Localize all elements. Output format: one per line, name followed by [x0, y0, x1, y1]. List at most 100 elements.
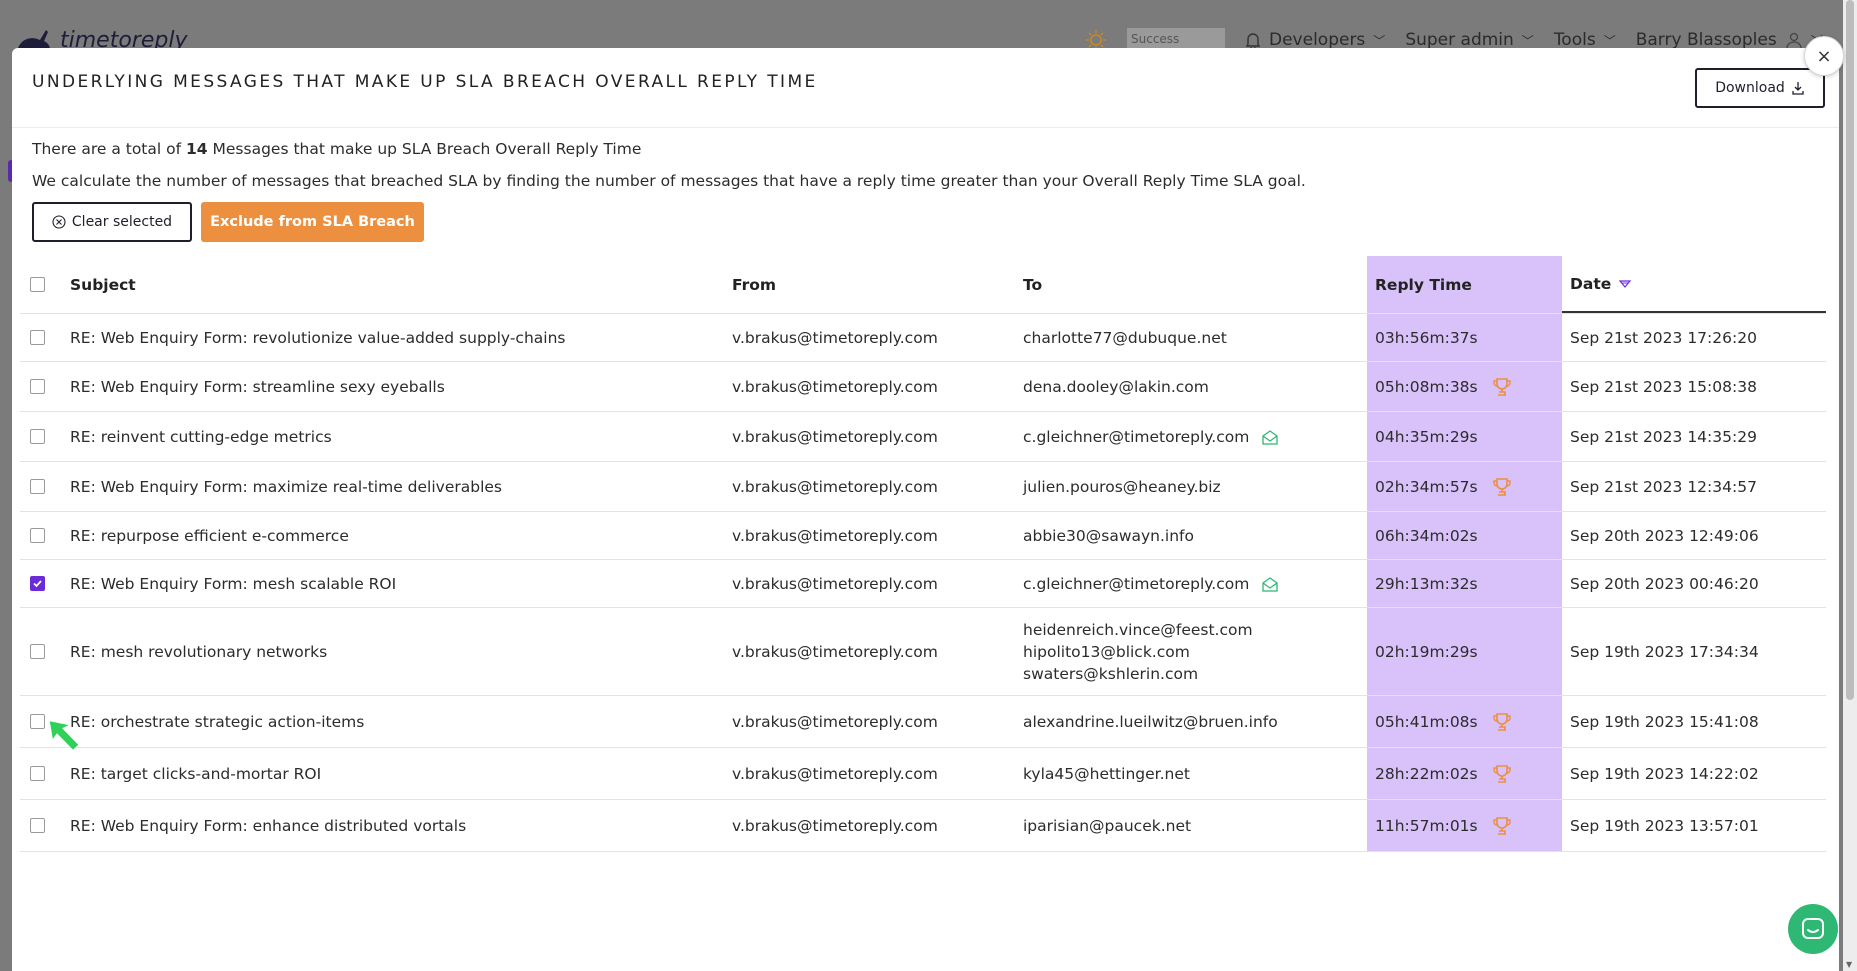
row-subject[interactable]: RE: reinvent cutting-edge metrics: [62, 428, 732, 446]
row-date: Sep 20th 2023 12:49:06: [1570, 526, 1759, 545]
row-subject[interactable]: RE: Web Enquiry Form: enhance distribute…: [62, 817, 732, 835]
row-subject[interactable]: RE: Web Enquiry Form: revolutionize valu…: [62, 329, 732, 347]
modal-title: UNDERLYING MESSAGES THAT MAKE UP SLA BRE…: [32, 72, 818, 92]
row-to: charlotte77@dubuque.net: [1023, 329, 1367, 347]
user-icon: [1786, 32, 1802, 49]
header-reply-time[interactable]: Reply Time: [1367, 256, 1562, 313]
row-checkbox[interactable]: [30, 379, 45, 394]
table-row[interactable]: RE: target clicks-and-mortar ROI v.braku…: [20, 748, 1826, 800]
table-header-row: Subject From To Reply Time Date: [20, 256, 1826, 314]
bell-icon: [1245, 33, 1261, 49]
row-from: v.brakus@timetoreply.com: [732, 526, 938, 545]
row-to: heidenreich.vince@feest.com hipolito13@bl…: [1023, 621, 1367, 683]
exclude-from-sla-button[interactable]: Exclude from SLA Breach: [201, 202, 424, 242]
reply-time-value: 29h:13m:32s: [1375, 574, 1478, 593]
table-row[interactable]: RE: orchestrate strategic action-items v…: [20, 696, 1826, 748]
download-button[interactable]: Download: [1695, 68, 1825, 108]
row-reply-time: 29h:13m:32s: [1367, 560, 1562, 607]
header-subject[interactable]: Subject: [62, 276, 732, 294]
nav-super-admin[interactable]: Super admin ﹀: [1405, 30, 1534, 50]
to-email: charlotte77@dubuque.net: [1023, 328, 1227, 347]
header-to[interactable]: To: [1023, 276, 1367, 294]
x-circle-icon: [52, 215, 66, 229]
annotation-arrow-icon: [49, 721, 79, 750]
row-checkbox[interactable]: [30, 429, 45, 444]
chat-icon: [1802, 918, 1824, 939]
row-to: c.gleichner@timetoreply.com: [1023, 428, 1367, 446]
sort-descending-icon[interactable]: [1619, 279, 1632, 289]
scrollbar-thumb[interactable]: [1846, 0, 1854, 700]
row-from: v.brakus@timetoreply.com: [732, 477, 938, 496]
to-email-list: heidenreich.vince@feest.com hipolito13@bl…: [1023, 621, 1253, 683]
row-from: v.brakus@timetoreply.com: [732, 574, 938, 593]
row-checkbox[interactable]: [30, 330, 45, 345]
table-row[interactable]: RE: Web Enquiry Form: maximize real-time…: [20, 462, 1826, 512]
select-all-checkbox[interactable]: [30, 277, 45, 292]
row-reply-time: 06h:34m:02s: [1367, 512, 1562, 559]
row-checkbox[interactable]: [30, 576, 45, 591]
close-modal-button[interactable]: ×: [1804, 36, 1844, 76]
to-email-list: abbie30@sawayn.info: [1023, 527, 1194, 545]
nav-tools[interactable]: Tools ﹀: [1554, 30, 1616, 50]
table-row[interactable]: RE: Web Enquiry Form: revolutionize valu…: [20, 314, 1826, 362]
trophy-icon: [1492, 816, 1511, 835]
table-row[interactable]: RE: mesh revolutionary networks v.brakus…: [20, 608, 1826, 696]
reply-time-value: 06h:34m:02s: [1375, 526, 1478, 545]
row-to: julien.pouros@heaney.biz: [1023, 478, 1367, 496]
row-checkbox[interactable]: [30, 644, 45, 659]
messages-table: Subject From To Reply Time Date RE: Web …: [20, 256, 1826, 852]
row-select-cell: [20, 330, 62, 345]
row-subject[interactable]: RE: mesh revolutionary networks: [62, 643, 732, 661]
open-mail-icon: [1262, 576, 1278, 592]
table-row[interactable]: RE: Web Enquiry Form: mesh scalable ROI …: [20, 560, 1826, 608]
trophy-icon: [1492, 377, 1511, 396]
chat-button[interactable]: [1788, 904, 1838, 954]
explanation-text: We calculate the number of messages that…: [32, 172, 1306, 190]
row-date: Sep 19th 2023 13:57:01: [1570, 816, 1759, 835]
nav-user-menu[interactable]: Barry Blassoples ﹀: [1636, 30, 1823, 50]
clear-selected-button[interactable]: Clear selected: [32, 202, 192, 242]
table-row[interactable]: RE: repurpose efficient e-commerce v.bra…: [20, 512, 1826, 560]
summary-prefix: There are a total of: [32, 140, 182, 158]
row-checkbox[interactable]: [30, 479, 45, 494]
to-email-list: charlotte77@dubuque.net: [1023, 329, 1227, 347]
row-subject[interactable]: RE: repurpose efficient e-commerce: [62, 527, 732, 545]
page-scrollbar[interactable]: ▲ ▼: [1843, 0, 1857, 971]
nav-developers[interactable]: Developers ﹀: [1245, 30, 1385, 50]
row-checkbox[interactable]: [30, 528, 45, 543]
summary-text: There are a total of 14 Messages that ma…: [32, 140, 641, 158]
row-subject[interactable]: RE: target clicks-and-mortar ROI: [62, 765, 732, 783]
to-email-list: c.gleichner@timetoreply.com: [1023, 575, 1249, 593]
to-email-list: kyla45@hettinger.net: [1023, 765, 1190, 783]
row-checkbox[interactable]: [30, 818, 45, 833]
table-row[interactable]: RE: Web Enquiry Form: enhance distribute…: [20, 800, 1826, 852]
reply-time-value: 11h:57m:01s: [1375, 816, 1478, 835]
scroll-down-icon[interactable]: ▼: [1846, 960, 1852, 969]
row-subject[interactable]: RE: Web Enquiry Form: mesh scalable ROI: [62, 575, 732, 593]
row-to: iparisian@paucek.net: [1023, 817, 1367, 835]
clear-selected-label: Clear selected: [71, 214, 173, 230]
row-subject[interactable]: RE: Web Enquiry Form: maximize real-time…: [62, 478, 732, 496]
row-date: Sep 21st 2023 17:26:20: [1570, 328, 1757, 347]
header-date-label: Date: [1570, 274, 1612, 293]
row-date: Sep 19th 2023 15:41:08: [1570, 712, 1759, 731]
row-checkbox[interactable]: [30, 766, 45, 781]
row-subject[interactable]: RE: Web Enquiry Form: streamline sexy ey…: [62, 378, 732, 396]
to-email-list: dena.dooley@lakin.com: [1023, 378, 1209, 396]
row-reply-time: 05h:41m:08s: [1367, 696, 1562, 747]
header-date[interactable]: Date: [1562, 256, 1826, 313]
row-checkbox[interactable]: [30, 714, 45, 729]
row-from: v.brakus@timetoreply.com: [732, 816, 938, 835]
row-select-cell: [20, 644, 62, 659]
row-select-cell: [20, 479, 62, 494]
table-row[interactable]: RE: reinvent cutting-edge metrics v.brak…: [20, 412, 1826, 462]
row-from: v.brakus@timetoreply.com: [732, 328, 938, 347]
checkmark-icon: [33, 580, 42, 588]
row-reply-time: 04h:35m:29s: [1367, 412, 1562, 461]
table-row[interactable]: RE: Web Enquiry Form: streamline sexy ey…: [20, 362, 1826, 412]
row-select-cell: [20, 766, 62, 781]
header-from[interactable]: From: [732, 276, 1023, 294]
open-mail-icon: [1262, 429, 1278, 445]
row-subject[interactable]: RE: orchestrate strategic action-items: [62, 713, 732, 731]
nav-user-label: Barry Blassoples: [1635, 30, 1777, 50]
